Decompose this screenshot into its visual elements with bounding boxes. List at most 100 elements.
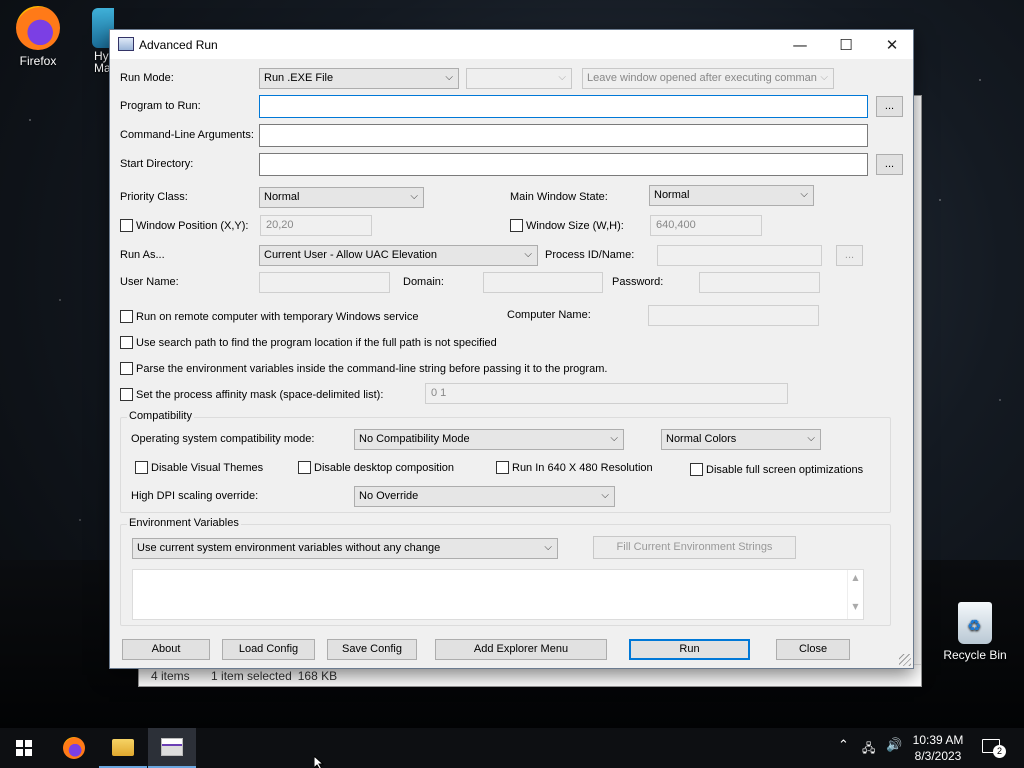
program-input[interactable]: [259, 95, 868, 118]
color-mode-value: Normal Colors: [666, 433, 737, 445]
app-icon: [118, 37, 134, 51]
environment-group-label: Environment Variables: [127, 517, 241, 529]
start-dir-input[interactable]: [259, 153, 868, 176]
save-config-button[interactable]: Save Config: [327, 639, 417, 660]
disable-themes-checkbox[interactable]: Disable Visual Themes: [135, 461, 263, 474]
textarea-scrollbar[interactable]: ▲ ▼: [847, 570, 863, 619]
selected-count: 1 item selected: [211, 669, 292, 683]
checkbox-box[interactable]: [510, 219, 523, 232]
advanced-run-window[interactable]: Advanced Run — ☐ ✕ Run Mode: Run .EXE Fi…: [109, 29, 914, 669]
start-button[interactable]: [0, 728, 48, 768]
run-as-dropdown[interactable]: Current User - Allow UAC Elevation ⌵: [259, 245, 538, 266]
checkbox-box[interactable]: [120, 388, 133, 401]
load-config-button[interactable]: Load Config: [222, 639, 315, 660]
checkbox-box[interactable]: [120, 362, 133, 375]
search-path-checkbox[interactable]: Use search path to find the program loca…: [120, 336, 497, 349]
run-640-label: Run In 640 X 480 Resolution: [512, 461, 653, 474]
close-button[interactable]: Close: [776, 639, 850, 660]
password-input: [699, 272, 820, 293]
add-explorer-menu-button[interactable]: Add Explorer Menu: [435, 639, 607, 660]
about-button[interactable]: About: [122, 639, 210, 660]
checkbox-box[interactable]: [135, 461, 148, 474]
run-mode-value: Run .EXE File: [264, 72, 334, 84]
env-strings-textarea[interactable]: ▲ ▼: [132, 569, 864, 620]
browse-start-dir-button[interactable]: ...: [876, 154, 903, 175]
args-label: Command-Line Arguments:: [120, 129, 254, 141]
chevron-down-icon: ⌵: [558, 72, 566, 83]
priority-dropdown[interactable]: Normal ⌵: [259, 187, 424, 208]
affinity-checkbox[interactable]: Set the process affinity mask (space-del…: [120, 388, 383, 401]
fill-env-button: Fill Current Environment Strings: [593, 536, 796, 559]
folder-icon: [112, 738, 134, 756]
password-label: Password:: [612, 276, 664, 288]
clock-time: 10:39 AM: [912, 733, 964, 747]
color-mode-dropdown[interactable]: Normal Colors ⌵: [661, 429, 821, 450]
firefox-icon: [63, 737, 85, 759]
title-bar[interactable]: Advanced Run — ☐ ✕: [110, 30, 913, 59]
run-button[interactable]: Run: [629, 639, 750, 660]
mouse-cursor-icon: [314, 756, 325, 768]
run-mode-label: Run Mode:: [120, 72, 174, 84]
volume-icon[interactable]: 🔊: [886, 738, 902, 753]
checkbox-box[interactable]: [120, 310, 133, 323]
taskbar-file-explorer[interactable]: [99, 728, 147, 768]
browse-program-button[interactable]: ...: [876, 96, 903, 117]
disable-fullscreen-opt-checkbox[interactable]: Disable full screen optimizations: [690, 463, 863, 476]
taskbar: ⌃ 🖧 🔊 10:39 AM 8/3/2023 2: [0, 728, 1024, 768]
checkbox-box[interactable]: [496, 461, 509, 474]
resize-grip[interactable]: [899, 654, 911, 666]
main-window-state-dropdown[interactable]: Normal ⌵: [649, 185, 814, 206]
desktop-icon-firefox[interactable]: Firefox: [8, 6, 68, 68]
clock[interactable]: 10:39 AM 8/3/2023: [908, 732, 968, 764]
checkbox-box[interactable]: [690, 463, 703, 476]
item-count: 4 items: [151, 669, 190, 683]
user-name-input: [259, 272, 390, 293]
taskbar-advanced-run[interactable]: [148, 728, 196, 768]
window-position-checkbox[interactable]: Window Position (X,Y):: [120, 219, 248, 232]
dpi-override-dropdown[interactable]: No Override ⌵: [354, 486, 615, 507]
remote-computer-label: Run on remote computer with temporary Wi…: [136, 310, 419, 323]
affinity-label: Set the process affinity mask (space-del…: [136, 388, 384, 401]
network-icon[interactable]: 🖧: [862, 739, 875, 760]
start-dir-label: Start Directory:: [120, 158, 194, 170]
leave-window-dropdown: Leave window opened after executing comm…: [582, 68, 834, 89]
notification-count: 2: [993, 745, 1006, 758]
advanced-run-icon: [161, 738, 183, 756]
notification-icon[interactable]: 2: [982, 739, 1006, 758]
compatibility-group-label: Compatibility: [127, 410, 194, 422]
taskbar-firefox[interactable]: [50, 728, 98, 768]
run-mode-dropdown[interactable]: Run .EXE File ⌵: [259, 68, 459, 89]
chevron-down-icon: ⌵: [445, 72, 453, 83]
args-input[interactable]: [259, 124, 868, 147]
clock-date: 8/3/2023: [914, 749, 962, 763]
checkbox-box[interactable]: [120, 219, 133, 232]
checkbox-box[interactable]: [120, 336, 133, 349]
minimize-button[interactable]: —: [777, 30, 823, 59]
run-640-checkbox[interactable]: Run In 640 X 480 Resolution: [496, 461, 653, 474]
env-mode-dropdown[interactable]: Use current system environment variables…: [132, 538, 558, 559]
user-name-label: User Name:: [120, 276, 179, 288]
selected-size: 168 KB: [297, 669, 338, 683]
chevron-down-icon: ⌵: [610, 433, 618, 444]
checkbox-box[interactable]: [298, 461, 311, 474]
close-window-button[interactable]: ✕: [869, 30, 915, 59]
parse-env-label: Parse the environment variables inside t…: [136, 362, 608, 375]
desktop-icon-label: Recycle Bin: [943, 648, 1007, 662]
os-compat-dropdown[interactable]: No Compatibility Mode ⌵: [354, 429, 624, 450]
disable-composition-checkbox[interactable]: Disable desktop composition: [298, 461, 454, 474]
remote-computer-checkbox[interactable]: Run on remote computer with temporary Wi…: [120, 310, 418, 323]
main-window-state-label: Main Window State:: [510, 191, 608, 203]
os-compat-value: No Compatibility Mode: [359, 433, 470, 445]
maximize-button[interactable]: ☐: [823, 30, 869, 59]
affinity-input: 0 1: [425, 383, 788, 404]
parse-env-checkbox[interactable]: Parse the environment variables inside t…: [120, 362, 607, 375]
desktop-icon-recycle-bin[interactable]: ♻ Recycle Bin: [940, 602, 1010, 662]
recycle-bin-icon: ♻: [958, 602, 992, 644]
domain-label: Domain:: [403, 276, 444, 288]
os-compat-label: Operating system compatibility mode:: [131, 433, 315, 445]
tray-overflow-chevron-icon[interactable]: ⌃: [838, 738, 849, 753]
priority-label: Priority Class:: [120, 191, 188, 203]
chevron-down-icon: ⌵: [820, 72, 828, 83]
window-size-checkbox[interactable]: Window Size (W,H):: [510, 219, 624, 232]
window-position-label: Window Position (X,Y):: [136, 219, 249, 232]
